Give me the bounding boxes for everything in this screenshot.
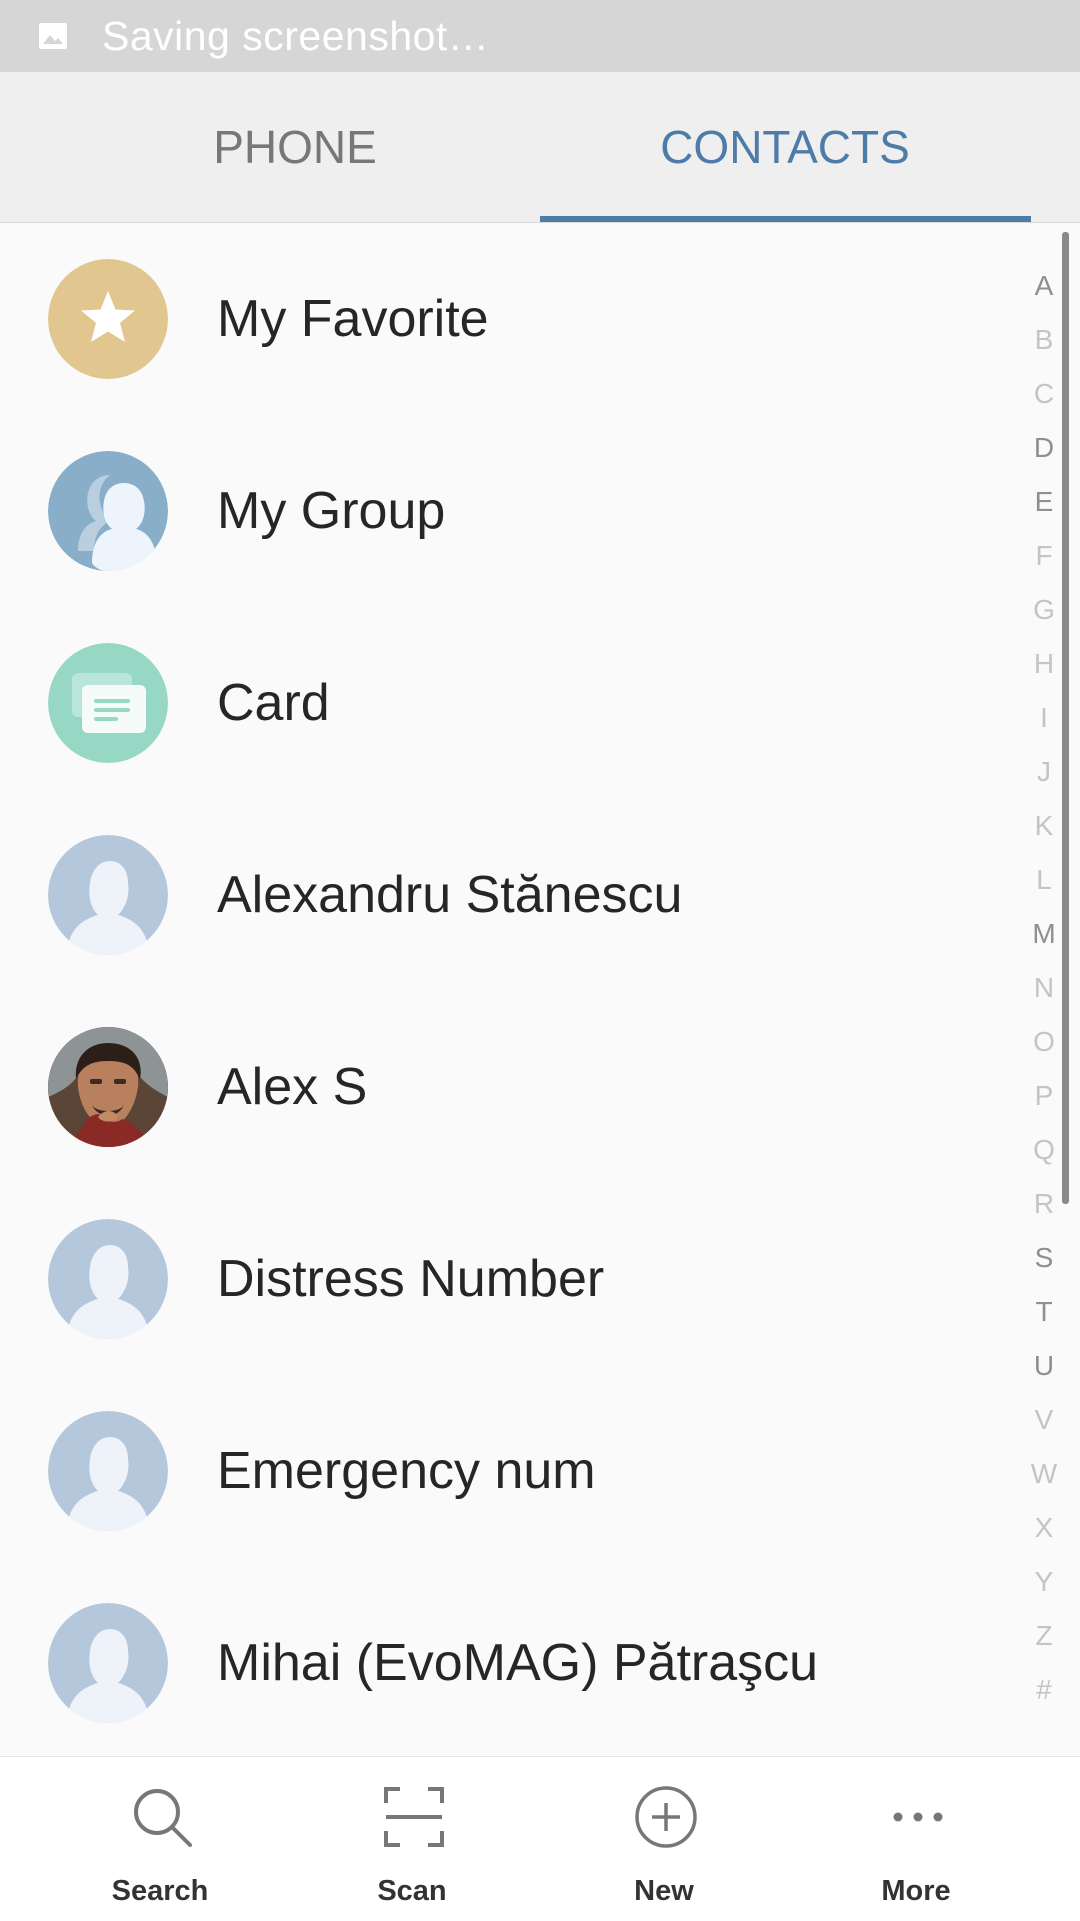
index-letter-p[interactable]: P bbox=[1016, 1074, 1072, 1128]
alphabet-index[interactable]: A B C D E F G H I J K L M N O P Q R S T … bbox=[1016, 264, 1072, 1722]
index-letter-n[interactable]: N bbox=[1016, 966, 1072, 1020]
index-letter-q[interactable]: Q bbox=[1016, 1128, 1072, 1182]
scan-label: Scan bbox=[377, 1875, 447, 1907]
index-letter-k[interactable]: K bbox=[1016, 804, 1072, 858]
index-letter-i[interactable]: I bbox=[1016, 696, 1072, 750]
add-circle-icon bbox=[635, 1786, 697, 1848]
person-icon bbox=[48, 835, 168, 955]
person-icon bbox=[48, 1603, 168, 1723]
list-item-contact[interactable]: Mihai (EvoMAG) Pătraşcu bbox=[0, 1567, 1040, 1759]
contact-photo bbox=[48, 1027, 168, 1147]
index-letter-f[interactable]: F bbox=[1016, 534, 1072, 588]
contact-name: Alex S bbox=[217, 1058, 368, 1116]
index-letter-a[interactable]: A bbox=[1016, 264, 1072, 318]
index-letter-e[interactable]: E bbox=[1016, 480, 1072, 534]
list-item-card[interactable]: Card bbox=[0, 607, 1040, 799]
index-letter-h[interactable]: H bbox=[1016, 642, 1072, 696]
index-letter-hash[interactable]: # bbox=[1016, 1668, 1072, 1722]
index-letter-y[interactable]: Y bbox=[1016, 1560, 1072, 1614]
group-icon bbox=[48, 451, 168, 571]
scan-icon bbox=[384, 1787, 444, 1847]
list-item-contact[interactable]: Emergency num bbox=[0, 1375, 1040, 1567]
contact-name: My Group bbox=[217, 482, 446, 540]
index-letter-o[interactable]: O bbox=[1016, 1020, 1072, 1074]
index-letter-b[interactable]: B bbox=[1016, 318, 1072, 372]
search-button[interactable]: Search bbox=[34, 1757, 286, 1921]
index-letter-m[interactable]: M bbox=[1016, 912, 1072, 966]
index-letter-v[interactable]: V bbox=[1016, 1398, 1072, 1452]
star-icon bbox=[48, 259, 168, 379]
contact-name: Card bbox=[217, 674, 330, 732]
more-icon bbox=[893, 1812, 943, 1822]
contact-name: Mihai (EvoMAG) Pătraşcu bbox=[217, 1634, 819, 1692]
index-letter-g[interactable]: G bbox=[1016, 588, 1072, 642]
tab-bar: PHONE CONTACTS bbox=[0, 72, 1080, 223]
more-button[interactable]: More bbox=[790, 1757, 1042, 1921]
tab-selected-indicator bbox=[540, 216, 1031, 222]
tab-contacts[interactable]: CONTACTS bbox=[540, 72, 1030, 222]
index-letter-d[interactable]: D bbox=[1016, 426, 1072, 480]
more-label: More bbox=[881, 1875, 951, 1907]
index-letter-x[interactable]: X bbox=[1016, 1506, 1072, 1560]
contact-list: My Favorite My Group Card Alexandru Stăn… bbox=[0, 223, 1040, 1759]
list-item-contact[interactable]: Distress Number bbox=[0, 1183, 1040, 1375]
contact-name: Alexandru Stănescu bbox=[217, 866, 683, 924]
status-text: Saving screenshot… bbox=[102, 12, 490, 59]
list-item-my-favorite[interactable]: My Favorite bbox=[0, 223, 1040, 415]
index-letter-s[interactable]: S bbox=[1016, 1236, 1072, 1290]
tab-phone[interactable]: PHONE bbox=[50, 72, 540, 222]
person-icon bbox=[48, 1219, 168, 1339]
new-contact-button[interactable]: New bbox=[538, 1757, 790, 1921]
index-letter-r[interactable]: R bbox=[1016, 1182, 1072, 1236]
list-item-contact[interactable]: Alexandru Stănescu bbox=[0, 799, 1040, 991]
list-item-my-group[interactable]: My Group bbox=[0, 415, 1040, 607]
scan-button[interactable]: Scan bbox=[286, 1757, 538, 1921]
index-letter-l[interactable]: L bbox=[1016, 858, 1072, 912]
image-icon bbox=[39, 23, 67, 49]
contact-name: My Favorite bbox=[217, 290, 489, 348]
bottom-action-bar: Search Scan New More bbox=[0, 1756, 1080, 1921]
list-item-contact[interactable]: Alex S bbox=[0, 991, 1040, 1183]
index-letter-c[interactable]: C bbox=[1016, 372, 1072, 426]
index-letter-u[interactable]: U bbox=[1016, 1344, 1072, 1398]
contact-name: Emergency num bbox=[217, 1442, 596, 1500]
search-label: Search bbox=[111, 1875, 209, 1907]
card-icon bbox=[48, 643, 168, 763]
index-letter-j[interactable]: J bbox=[1016, 750, 1072, 804]
search-icon bbox=[134, 1789, 192, 1847]
status-bar: Saving screenshot… bbox=[0, 0, 1080, 72]
index-letter-w[interactable]: W bbox=[1016, 1452, 1072, 1506]
contact-name: Distress Number bbox=[217, 1250, 605, 1308]
index-letter-z[interactable]: Z bbox=[1016, 1614, 1072, 1668]
person-icon bbox=[48, 1411, 168, 1531]
new-label: New bbox=[634, 1875, 694, 1907]
index-letter-t[interactable]: T bbox=[1016, 1290, 1072, 1344]
